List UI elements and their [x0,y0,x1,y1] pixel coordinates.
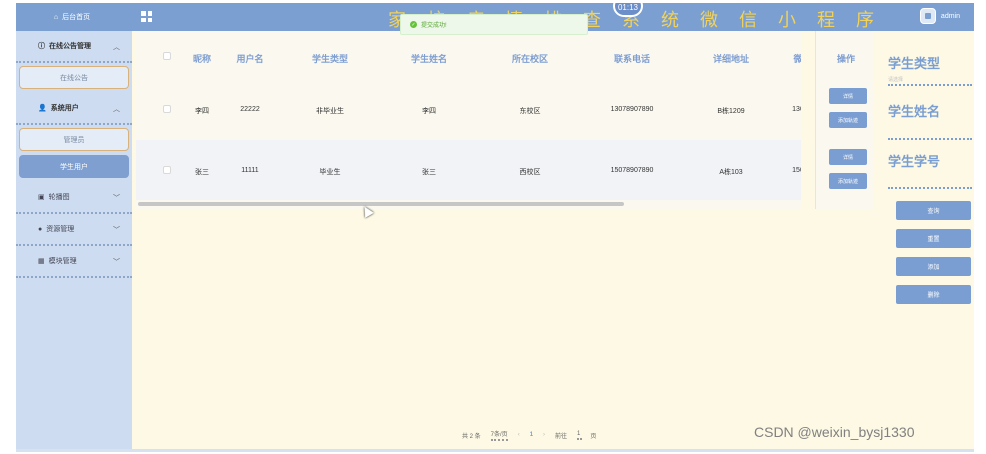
table-cell: 15078907890 [610,167,654,174]
home-icon: ⌂ [53,13,59,21]
table-cell: 西校区 [519,169,541,176]
prev-page-icon[interactable]: ‹ [518,432,520,438]
chevron-up-icon: ︿ [113,44,120,51]
main-content: 昵称 用户名 学生类型 学生姓名 所在校区 联系电话 详细地址 微 李四 222… [132,31,974,450]
sidebar-item-student-users[interactable]: 学生用户 [19,155,129,178]
table-cell: 张三 [195,169,209,176]
filter-panel: 学生类型 请选择 学生姓名 学生学号 查询 重置 添加 删除 [876,31,974,450]
modules-icon: ▦ [38,258,45,265]
table-row[interactable]: 张三 11111 毕业生 张三 西校区 15078907890 A栋103 15… [136,140,801,200]
column-header: 所在校区 [511,54,549,64]
menu-group-resources[interactable]: ● 资源管理 ﹀ [16,214,132,246]
page-unit: 页 [590,433,597,440]
student-name-input[interactable] [888,130,972,140]
table-cell: A栋103 [719,169,743,176]
table-cell: 张三 [422,169,436,176]
window-bottom-border [16,449,974,452]
user-icon: 👤 [38,105,47,112]
select-all-checkbox[interactable] [163,52,171,60]
column-header: 详细地址 [712,54,750,64]
goto-page-input[interactable]: 1 [577,431,581,440]
table-cell: 13078907890 [610,106,654,113]
column-header: 联系电话 [613,54,651,64]
menu-group-label: 在线公告管理 [49,43,91,50]
filter-label-student-name: 学生姓名 [888,104,941,119]
add-track-button[interactable]: 添加轨迹 [829,112,867,128]
current-page[interactable]: 1 [530,432,533,438]
reset-button[interactable]: 重置 [896,229,971,248]
table-header: 昵称 用户名 学生类型 学生姓名 所在校区 联系电话 详细地址 微 [136,31,801,73]
ops-header: 操作 [837,54,856,64]
menu-group-modules[interactable]: ▦ 模块管理 ﹀ [16,246,132,278]
row-checkbox[interactable] [163,166,171,174]
table-cell: 11111 [241,167,259,174]
menu-toggle-icon[interactable] [141,11,152,22]
table-cell: 东校区 [519,108,541,115]
chevron-down-icon: ﹀ [113,259,120,266]
success-toast: ✓ 提交成功! [400,14,588,35]
row-checkbox[interactable] [163,105,171,113]
username: admin [940,12,960,20]
search-button[interactable]: 查询 [896,201,971,220]
table-row[interactable]: 李四 22222 非毕业生 李四 东校区 13078907890 B栋1209 … [136,79,801,139]
chevron-up-icon: ︿ [113,106,120,113]
toast-message: 提交成功! [421,23,447,29]
sidebar-item-announcement[interactable]: 在线公告 [19,66,129,89]
table-cell: B栋1209 [717,108,745,115]
table-cell: 22222 [240,106,260,113]
student-type-select[interactable]: 请选择 [888,76,972,86]
home-label: 后台首页 [62,14,91,21]
menu-group-carousel[interactable]: ▣ 轮播图 ﹀ [16,182,132,214]
user-menu[interactable]: admin [919,8,960,24]
add-button[interactable]: 添加 [896,257,971,276]
image-icon: ▣ [38,194,45,201]
next-page-icon[interactable]: › [543,432,545,438]
chevron-down-icon: ﹀ [113,227,120,234]
pagination: 共 2 条 7条/页 ‹ 1 › 前往 1 页 [462,429,596,441]
sidebar-item-admin[interactable]: 管理员 [19,128,129,151]
info-icon: ⓘ [38,43,45,50]
table-cell: 150 [792,167,801,174]
menu-group-announcements[interactable]: ⓘ 在线公告管理 ︿ [16,31,132,63]
table-cell: 非毕业生 [316,108,344,115]
table-cell: 毕业生 [319,169,341,176]
column-header: 微 [793,54,801,64]
table-cell: 李四 [195,108,209,115]
page-size-select[interactable]: 7条/页 [490,429,508,441]
home-link[interactable]: ⌂ 后台首页 [16,3,128,31]
data-table: 昵称 用户名 学生类型 学生姓名 所在校区 联系电话 详细地址 微 李四 222… [136,31,801,209]
horizontal-scrollbar[interactable] [138,202,624,206]
location-icon: ● [38,225,43,233]
table-cell: 李四 [422,108,436,115]
filter-label-student-id: 学生学号 [888,154,941,169]
check-circle-icon: ✓ [410,21,417,28]
add-track-button[interactable]: 添加轨迹 [829,173,867,189]
detail-button[interactable]: 详情 [829,88,867,104]
menu-group-system-users[interactable]: 👤 系统用户 ︿ [16,93,132,125]
filter-label-student-type: 学生类型 [888,56,941,71]
menu-group-label: 系统用户 [50,105,79,112]
table-cell: 130 [792,106,801,113]
chevron-down-icon: ﹀ [113,195,120,202]
detail-button[interactable]: 详情 [829,149,867,165]
menu-group-label: 模块管理 [48,258,77,265]
avatar [919,8,936,24]
total-count: 共 2 条 [462,433,481,440]
app-window: ⌂ 后台首页 家 校 疫 情 排 查 系 统 微 信 小 程 序 01:13 a… [16,3,974,450]
column-header: 学生姓名 [410,54,448,64]
column-header: 用户名 [236,54,264,64]
watermark: CSDN @weixin_bysj1330 [754,424,915,440]
sidebar: ⓘ 在线公告管理 ︿ 在线公告 👤 系统用户 ︿ 管理员 学生用户 ▣ 轮播图 … [16,31,132,450]
menu-group-label: 轮播图 [48,194,70,201]
goto-label: 前往 [555,433,568,440]
delete-button[interactable]: 删除 [896,285,971,304]
column-header: 昵称 [192,54,212,64]
operations-column: 操作 详情 添加轨迹 详情 添加轨迹 [815,31,873,209]
student-id-input[interactable] [888,179,972,189]
column-header: 学生类型 [311,54,349,64]
menu-group-label: 资源管理 [46,226,75,233]
